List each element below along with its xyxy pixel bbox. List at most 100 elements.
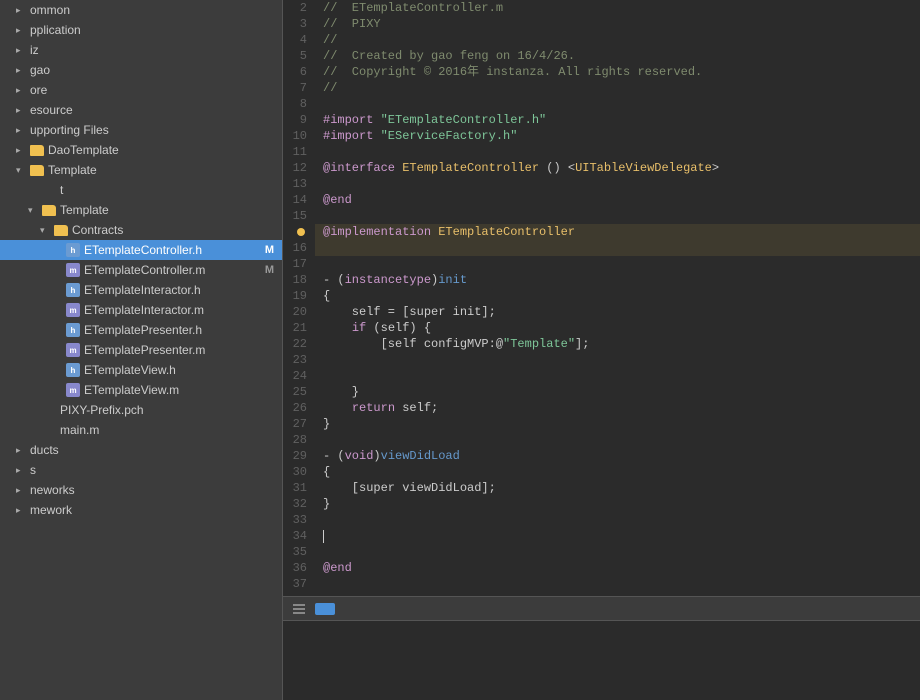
line-content[interactable] (315, 352, 920, 368)
file-badge: M (265, 264, 274, 276)
line-content[interactable]: // PIXY (315, 16, 920, 32)
line-content[interactable]: return self; (315, 400, 920, 416)
line-number: 12 (283, 160, 315, 176)
sidebar-item-ore[interactable]: ▸ore (0, 80, 282, 100)
file-h-icon: h (66, 323, 80, 337)
sidebar-item-main-m[interactable]: main.m (0, 420, 282, 440)
code-line: 17 (283, 256, 920, 272)
line-content[interactable]: @interface ETemplateController () <UITab… (315, 160, 920, 176)
code-line: 9#import "ETemplateController.h" (283, 112, 920, 128)
sidebar-item-ETemplatePresenter-h[interactable]: hETemplatePresenter.h (0, 320, 282, 340)
sidebar-item-ETemplateView-h[interactable]: hETemplateView.h (0, 360, 282, 380)
sidebar-item-ETemplatePresenter-m[interactable]: mETemplatePresenter.m (0, 340, 282, 360)
code-line: 8 (283, 96, 920, 112)
sidebar-item-label: upporting Files (30, 123, 282, 137)
line-number: 20 (283, 304, 315, 320)
line-content[interactable]: @end (315, 192, 920, 208)
line-content[interactable]: } (315, 416, 920, 432)
sidebar-item-pixy-prefix[interactable]: PIXY-Prefix.pch (0, 400, 282, 420)
sidebar-item-contracts-folder[interactable]: ▾Template (0, 200, 282, 220)
line-content[interactable]: } (315, 384, 920, 400)
sidebar-item-template[interactable]: ▾Template (0, 160, 282, 180)
code-line: 33 (283, 512, 920, 528)
line-content[interactable]: - (void)viewDidLoad (315, 448, 920, 464)
code-line: 26 return self; (283, 400, 920, 416)
line-number: 6 (283, 64, 315, 80)
sidebar-item-application[interactable]: ▸pplication (0, 20, 282, 40)
code-line: 28 (283, 432, 920, 448)
line-content[interactable] (315, 208, 920, 224)
sidebar-item-ETemplateInteractor-h[interactable]: hETemplateInteractor.h (0, 280, 282, 300)
line-content[interactable]: #import "ETemplateController.h" (315, 112, 920, 128)
line-content[interactable]: // ETemplateController.m (315, 0, 920, 16)
sidebar-item-ETemplateView-m[interactable]: mETemplateView.m (0, 380, 282, 400)
line-content[interactable]: self = [super init]; (315, 304, 920, 320)
line-content[interactable] (315, 368, 920, 384)
line-content[interactable] (315, 576, 920, 592)
line-number: 9 (283, 112, 315, 128)
code-line: 34 (283, 528, 920, 544)
arrow-icon: ▸ (16, 505, 28, 516)
sidebar-item-s[interactable]: ▸s (0, 460, 282, 480)
file-h-icon: h (66, 283, 80, 297)
line-content[interactable]: [self configMVP:@"Template"]; (315, 336, 920, 352)
sidebar-item-mework[interactable]: ▸mework (0, 500, 282, 520)
sidebar-item-label: ducts (30, 443, 282, 457)
sidebar-item-label: pplication (30, 23, 282, 37)
sidebar-item-daotemplate[interactable]: ▸ DaoTemplate (0, 140, 282, 160)
line-content[interactable] (315, 144, 920, 160)
line-content[interactable]: { (315, 288, 920, 304)
main-area: 2// ETemplateController.m3// PIXY4//5// … (283, 0, 920, 700)
line-content[interactable] (315, 528, 920, 544)
sidebar-item-ETemplateController-h[interactable]: hETemplateController.hM (0, 240, 282, 260)
tag-icon[interactable] (315, 603, 335, 615)
line-content[interactable]: // (315, 32, 920, 48)
line-content[interactable]: if (self) { (315, 320, 920, 336)
sidebar-item-label: DaoTemplate (48, 143, 282, 157)
line-content[interactable] (315, 96, 920, 112)
line-content[interactable] (315, 432, 920, 448)
code-line: 7// (283, 80, 920, 96)
arrow-icon: ▸ (16, 465, 28, 476)
line-content[interactable]: [super viewDidLoad]; (315, 480, 920, 496)
code-line: 22 [self configMVP:@"Template"]; (283, 336, 920, 352)
arrow-icon: ▸ (16, 45, 28, 56)
sidebar-item-common[interactable]: ▸ommon (0, 0, 282, 20)
sidebar-item-label: iz (30, 43, 282, 57)
code-line: 25 } (283, 384, 920, 400)
code-editor[interactable]: 2// ETemplateController.m3// PIXY4//5// … (283, 0, 920, 596)
code-line: 16@implementation ETemplateController (283, 224, 920, 256)
line-content[interactable] (315, 512, 920, 528)
sidebar-item-t[interactable]: t (0, 180, 282, 200)
line-content[interactable]: } (315, 496, 920, 512)
line-content[interactable] (315, 544, 920, 560)
line-content[interactable]: @implementation ETemplateController (315, 224, 920, 256)
arrow-icon: ▸ (16, 145, 28, 156)
file-badge: M (265, 244, 274, 256)
sidebar-item-neworks[interactable]: ▸neworks (0, 480, 282, 500)
line-content[interactable]: // (315, 80, 920, 96)
sidebar-item-esource[interactable]: ▸esource (0, 100, 282, 120)
sidebar-item-ETemplateInteractor-m[interactable]: mETemplateInteractor.m (0, 300, 282, 320)
line-content[interactable] (315, 176, 920, 192)
folder-icon (30, 145, 44, 156)
line-content[interactable]: @end (315, 560, 920, 576)
sidebar-item-supporting[interactable]: ▸upporting Files (0, 120, 282, 140)
line-content[interactable]: { (315, 464, 920, 480)
sidebar-item-label: s (30, 463, 282, 477)
line-content[interactable]: - (instancetype)init (315, 272, 920, 288)
line-content[interactable] (315, 256, 920, 272)
line-number: 36 (283, 560, 315, 576)
line-number: 32 (283, 496, 315, 512)
sidebar-item-ducts[interactable]: ▸ducts (0, 440, 282, 460)
sidebar-item-label: Contracts (72, 223, 282, 237)
sidebar-item-iz[interactable]: ▸iz (0, 40, 282, 60)
sidebar-item-contracts[interactable]: ▾Contracts (0, 220, 282, 240)
sidebar-item-ETemplateController-m[interactable]: mETemplateController.mM (0, 260, 282, 280)
line-content[interactable]: // Created by gao feng on 16/4/26. (315, 48, 920, 64)
list-icon[interactable] (291, 601, 307, 617)
line-content[interactable]: #import "EServiceFactory.h" (315, 128, 920, 144)
arrow-icon: ▾ (28, 205, 40, 216)
sidebar-item-gao[interactable]: ▸gao (0, 60, 282, 80)
line-content[interactable]: // Copyright © 2016年 instanza. All right… (315, 64, 920, 80)
